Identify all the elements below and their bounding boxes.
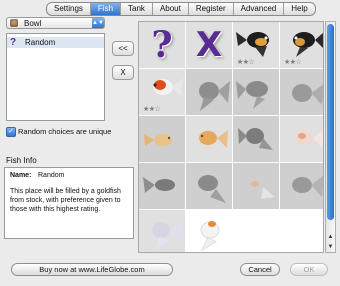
fish-name-key: Name: (10, 172, 32, 179)
remove-from-list-button[interactable]: X (112, 65, 134, 80)
tab-help[interactable]: Help (284, 3, 314, 15)
tab-about[interactable]: About (153, 3, 189, 15)
grid-cell-remove[interactable]: X (186, 22, 233, 69)
grid-cell-fish[interactable]: ★★☆ (233, 22, 280, 69)
fish-info-title: Fish Info (6, 156, 37, 165)
random-unique-checkbox[interactable]: ✓ (6, 127, 16, 137)
tab-fish[interactable]: Fish (90, 3, 122, 15)
shadow-fish-icon (198, 175, 226, 203)
tab-tank[interactable]: Tank (121, 3, 153, 15)
list-item[interactable]: ? Random (7, 37, 104, 48)
grid-cell-empty[interactable] (233, 210, 280, 252)
gold-fish-faded-icon (199, 130, 228, 148)
pale-calico-fish-icon (295, 130, 323, 148)
remove-x-icon: X (195, 25, 223, 65)
tab-bar: Settings Fish Tank About Register Advanc… (46, 2, 316, 16)
scroll-up-icon[interactable]: ▲ (326, 233, 335, 242)
shadow-fish-icon (292, 175, 323, 197)
bowl-icon (10, 19, 18, 27)
grid-cell-fish[interactable] (186, 163, 233, 210)
add-to-list-button[interactable]: << (112, 41, 134, 56)
bowl-select[interactable]: Bowl ▲▼ (6, 17, 105, 29)
grid-cell-fish[interactable]: ★★☆ (139, 69, 186, 116)
cancel-button[interactable]: Cancel (240, 263, 280, 276)
scrollbar-thumb[interactable] (327, 24, 334, 220)
pale-fish-icon (246, 177, 275, 199)
grid-cell-fish[interactable] (233, 116, 280, 163)
grid-cell-fish[interactable] (186, 210, 233, 252)
grid-cell-fish[interactable] (139, 210, 186, 252)
shadow-fish-icon (238, 128, 273, 150)
tab-register[interactable]: Register (189, 3, 234, 15)
grid-cell-fish[interactable] (139, 163, 186, 210)
shadow-fish-icon (143, 177, 175, 193)
grid-cell-fish[interactable] (280, 163, 323, 210)
select-arrows-icon: ▲▼ (92, 18, 104, 28)
white-orange-fish-icon (200, 221, 220, 252)
shadow-fish-icon (199, 81, 230, 111)
ok-button[interactable]: OK (290, 263, 328, 276)
grid-cell-random[interactable]: ? (139, 22, 186, 69)
random-unique-label: Random choices are unique (18, 127, 112, 136)
random-question-icon: ? (10, 37, 17, 48)
grid-cell-fish[interactable] (280, 69, 323, 116)
fish-description: This place will be filled by a goldfish … (10, 188, 121, 213)
shadow-fish-icon (292, 84, 323, 105)
selected-fish-list[interactable]: ? Random (6, 33, 105, 121)
pale-fish-icon (152, 222, 182, 250)
grid-cell-empty[interactable] (280, 210, 323, 252)
grid-cell-fish[interactable] (186, 116, 233, 163)
grid-cell-fish[interactable] (186, 69, 233, 116)
rating-stars: ★★☆ (237, 59, 255, 66)
grid-cell-fish[interactable] (233, 69, 280, 116)
grid-scrollbar[interactable]: ▲ ▼ (325, 21, 336, 253)
grid-cell-fish[interactable] (139, 116, 186, 163)
rating-stars: ★★☆ (143, 106, 161, 113)
grid-cell-fish[interactable] (280, 116, 323, 163)
scroll-down-icon[interactable]: ▼ (326, 243, 335, 252)
fish-info-panel: Name: Random This place will be filled b… (4, 167, 134, 239)
rating-stars: ★★☆ (284, 59, 302, 66)
shadow-fish-icon (236, 81, 268, 109)
tab-advanced[interactable]: Advanced (234, 3, 285, 15)
bowl-select-value: Bowl (24, 19, 42, 28)
grid-cell-fish[interactable]: ★★☆ (280, 22, 323, 69)
tab-settings[interactable]: Settings (47, 3, 91, 15)
list-item-label: Random (25, 38, 56, 47)
random-question-icon: ? (151, 24, 173, 66)
gold-fish-faded-icon (144, 134, 172, 146)
fish-name-value: Random (38, 172, 65, 179)
buy-now-button[interactable]: Buy now at www.LifeGlobe.com (11, 263, 173, 276)
grid-cell-fish[interactable] (233, 163, 280, 210)
fish-grid[interactable]: ? X ★★☆ ★★☆ ★★☆ (138, 21, 324, 253)
